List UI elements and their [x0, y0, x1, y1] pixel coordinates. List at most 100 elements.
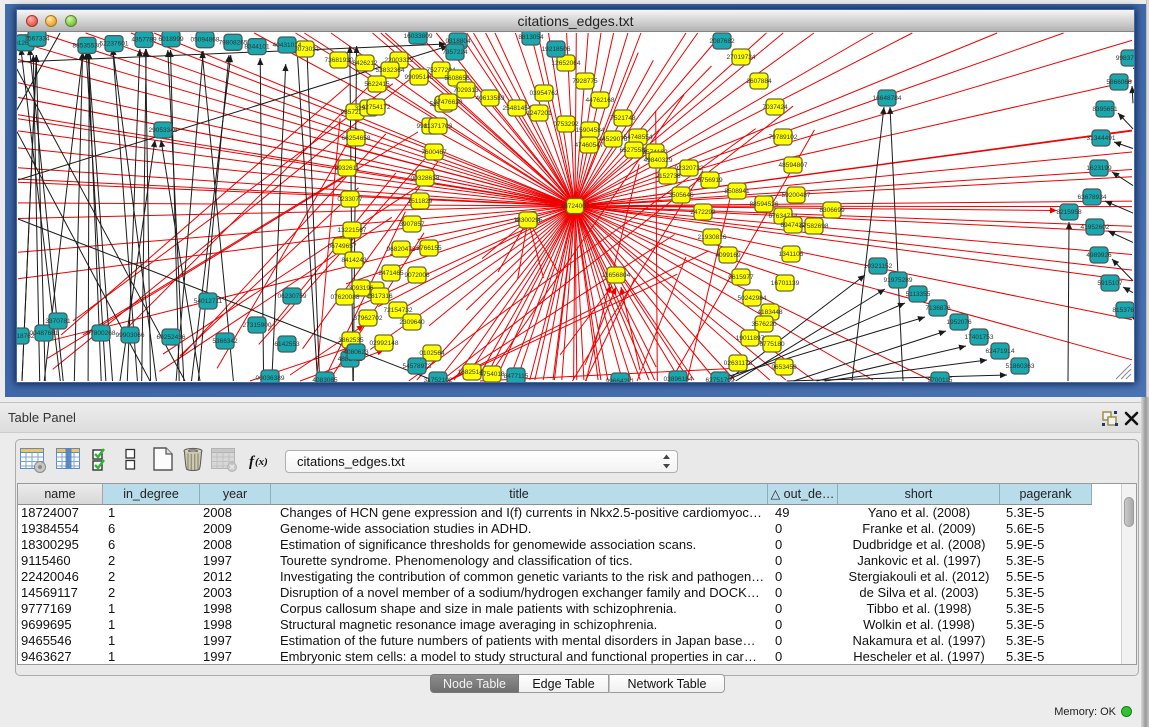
svg-text:1247201: 1247201 [526, 110, 552, 117]
svg-text:53832364: 53832364 [376, 67, 405, 74]
svg-text:06230759: 06230759 [278, 293, 307, 300]
svg-text:02992148: 02992148 [370, 340, 399, 347]
svg-text:7928775: 7928775 [572, 78, 598, 85]
svg-text:8153763: 8153763 [1112, 307, 1134, 314]
svg-text:5113355: 5113355 [906, 291, 931, 298]
svg-text:40431014: 40431014 [273, 42, 302, 49]
svg-text:4183448: 4183448 [757, 309, 783, 316]
svg-text:1511829: 1511829 [408, 198, 433, 205]
svg-text:2152738: 2152738 [655, 173, 681, 180]
svg-text:59200487: 59200487 [782, 192, 811, 199]
svg-text:6142553: 6142553 [274, 341, 300, 348]
svg-text:8344101: 8344101 [244, 44, 270, 51]
svg-text:19218506: 19218506 [542, 46, 571, 53]
svg-text:00036389: 00036389 [256, 375, 285, 382]
svg-text:1952076: 1952076 [946, 319, 972, 326]
svg-text:(x): (x) [255, 456, 268, 468]
svg-text:1623199: 1623199 [1086, 165, 1112, 172]
svg-text:91975289: 91975289 [884, 277, 913, 284]
svg-text:5608656: 5608656 [444, 75, 470, 82]
svg-text:73681930: 73681930 [325, 57, 354, 64]
svg-text:50242984: 50242984 [738, 295, 767, 302]
svg-text:37962702: 37962702 [354, 315, 383, 322]
svg-text:4754018: 4754018 [479, 371, 505, 378]
svg-text:8306699: 8306699 [819, 207, 845, 214]
svg-text:2817316: 2817316 [367, 293, 393, 300]
svg-text:8813054: 8813054 [518, 34, 544, 41]
svg-text:10321152: 10321152 [864, 263, 893, 270]
svg-text:41952602: 41952602 [1081, 224, 1110, 231]
svg-text:16033809: 16033809 [404, 33, 433, 40]
svg-text:0102564: 0102564 [419, 350, 445, 357]
svg-text:1341105: 1341105 [779, 251, 804, 258]
svg-text:3907857: 3907857 [399, 221, 425, 228]
svg-text:62751709: 62751709 [706, 377, 735, 382]
svg-text:37476629: 37476629 [434, 99, 463, 106]
svg-text:00328638: 00328638 [411, 175, 440, 182]
svg-text:06749657: 06749657 [328, 243, 357, 250]
svg-text:44762168: 44762168 [586, 97, 615, 104]
svg-text:4357789: 4357789 [131, 37, 157, 44]
svg-text:13221567: 13221567 [338, 227, 367, 234]
svg-text:6426212: 6426212 [352, 60, 378, 67]
svg-text:0615977: 0615977 [728, 274, 754, 281]
svg-text:7037424: 7037424 [762, 104, 788, 111]
svg-text:9653459: 9653459 [771, 364, 797, 371]
svg-text:47460547: 47460547 [575, 142, 604, 149]
svg-text:29053346: 29053346 [149, 127, 178, 134]
svg-text:48594807: 48594807 [779, 162, 808, 169]
svg-text:31752102: 31752102 [424, 377, 453, 382]
svg-text:96820473: 96820473 [387, 246, 416, 253]
svg-text:3862535: 3862535 [338, 337, 364, 344]
svg-text:8477115: 8477115 [504, 373, 529, 380]
svg-text:2309640: 2309640 [399, 319, 425, 326]
svg-text:17401753: 17401753 [965, 334, 994, 341]
svg-text:8414243: 8414243 [341, 257, 367, 264]
svg-text:99837811: 99837811 [1116, 55, 1134, 62]
svg-text:54012711: 54012711 [194, 298, 223, 305]
svg-text:8395651: 8395651 [1092, 106, 1118, 113]
svg-text:52237601: 52237601 [100, 41, 129, 48]
svg-text:99095145: 99095145 [405, 74, 434, 81]
svg-text:3370781: 3370781 [45, 318, 71, 325]
svg-text:0233077: 0233077 [337, 196, 363, 203]
svg-text:42754172: 42754172 [362, 104, 391, 111]
svg-text:5366342: 5366342 [212, 338, 238, 345]
svg-text:7029313: 7029313 [453, 87, 479, 94]
svg-text:8215958: 8215958 [1056, 209, 1082, 216]
svg-text:87582698: 87582698 [800, 223, 829, 230]
svg-text:31344491: 31344491 [1087, 135, 1116, 142]
svg-text:5622415: 5622415 [364, 81, 390, 88]
svg-text:2607884: 2607884 [746, 78, 772, 85]
svg-text:16701139: 16701139 [771, 280, 800, 287]
svg-text:99903066: 99903066 [116, 332, 145, 339]
svg-text:9932611: 9932611 [335, 165, 360, 172]
svg-text:2472292: 2472292 [690, 209, 716, 216]
svg-text:99664291: 99664291 [606, 378, 635, 382]
svg-text:7567334: 7567334 [24, 35, 50, 42]
svg-text:3576220: 3576220 [751, 321, 777, 328]
svg-text:40613589: 40613589 [476, 95, 505, 102]
svg-text:7136876: 7136876 [925, 305, 951, 312]
svg-text:16648784: 16648784 [873, 95, 902, 102]
svg-text:54578973: 54578973 [403, 363, 432, 370]
svg-text:3505646: 3505646 [668, 192, 694, 199]
svg-text:4989926: 4989926 [1086, 252, 1112, 259]
svg-text:15904584: 15904584 [576, 127, 605, 134]
svg-text:12652064: 12652064 [552, 60, 581, 67]
svg-text:07620088: 07620088 [331, 294, 360, 301]
svg-text:00487681: 00487681 [30, 330, 59, 337]
svg-text:9072006: 9072006 [404, 272, 430, 279]
svg-text:72154732: 72154732 [384, 307, 413, 314]
svg-text:21930816: 21930816 [698, 234, 727, 241]
svg-text:92320732: 92320732 [675, 165, 704, 172]
svg-text:9700115: 9700115 [928, 377, 953, 382]
svg-text:63678934: 63678934 [1078, 194, 1107, 201]
svg-text:7600467: 7600467 [421, 149, 447, 156]
svg-text:2087682: 2087682 [709, 38, 735, 45]
svg-text:88594526: 88594526 [750, 201, 779, 208]
svg-text:79789102: 79789102 [769, 134, 798, 141]
svg-text:5866066: 5866066 [1106, 79, 1132, 86]
svg-text:6018999: 6018999 [158, 36, 184, 43]
svg-text:88535530: 88535530 [73, 42, 102, 49]
